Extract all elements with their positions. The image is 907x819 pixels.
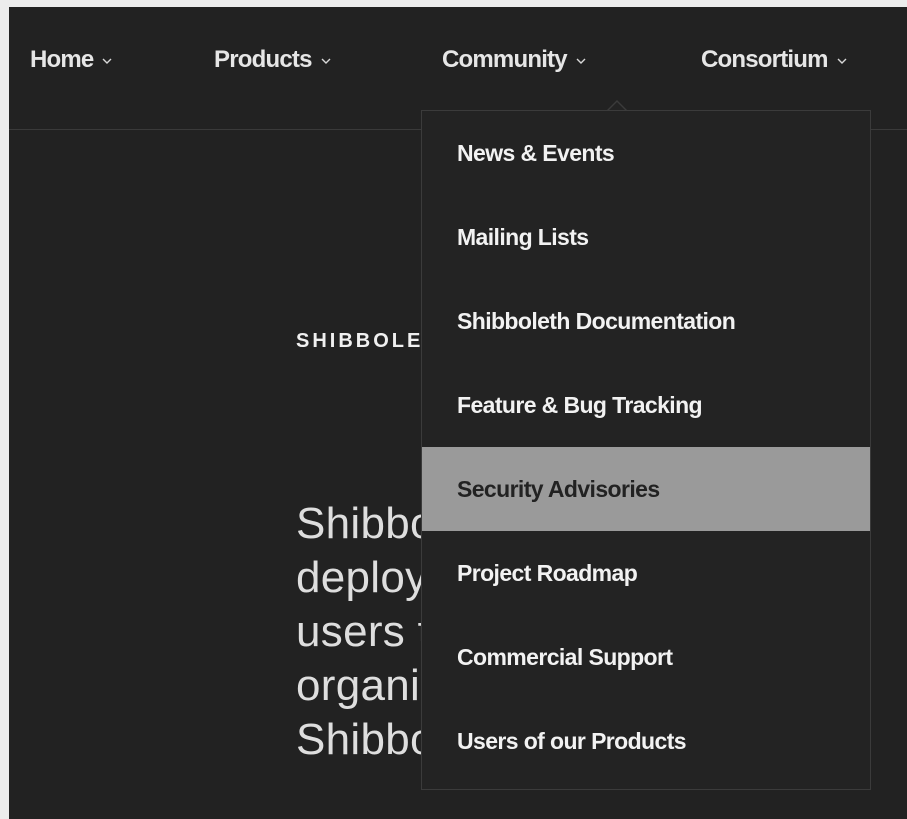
nav-item-consortium[interactable]: Consortium [701, 45, 848, 75]
nav-item-products[interactable]: Products [214, 45, 332, 75]
nav-item-products-label: Products [214, 46, 312, 73]
page-content: Home Products Community Consortium SHIBB… [9, 7, 907, 819]
menu-item-news-events[interactable]: News & Events [422, 111, 870, 195]
community-dropdown-menu: News & Events Mailing Lists Shibboleth D… [421, 110, 871, 790]
chevron-down-icon [101, 55, 113, 67]
menu-item-feature-bug-tracking[interactable]: Feature & Bug Tracking [422, 363, 870, 447]
menu-item-users-of-our-products[interactable]: Users of our Products [422, 699, 870, 783]
menu-item-security-advisories[interactable]: Security Advisories [422, 447, 870, 531]
nav-item-home-label: Home [30, 46, 94, 73]
nav-item-consortium-label: Consortium [701, 46, 828, 73]
nav-item-home[interactable]: Home [30, 45, 113, 75]
chevron-down-icon [320, 55, 332, 67]
menu-item-mailing-lists[interactable]: Mailing Lists [422, 195, 870, 279]
nav-item-community[interactable]: Community [442, 45, 587, 75]
chevron-down-icon [575, 55, 587, 67]
menu-item-project-roadmap[interactable]: Project Roadmap [422, 531, 870, 615]
menu-item-commercial-support[interactable]: Commercial Support [422, 615, 870, 699]
menu-item-shibboleth-documentation[interactable]: Shibboleth Documentation [422, 279, 870, 363]
chevron-down-icon [836, 55, 848, 67]
nav-item-community-label: Community [442, 46, 568, 73]
